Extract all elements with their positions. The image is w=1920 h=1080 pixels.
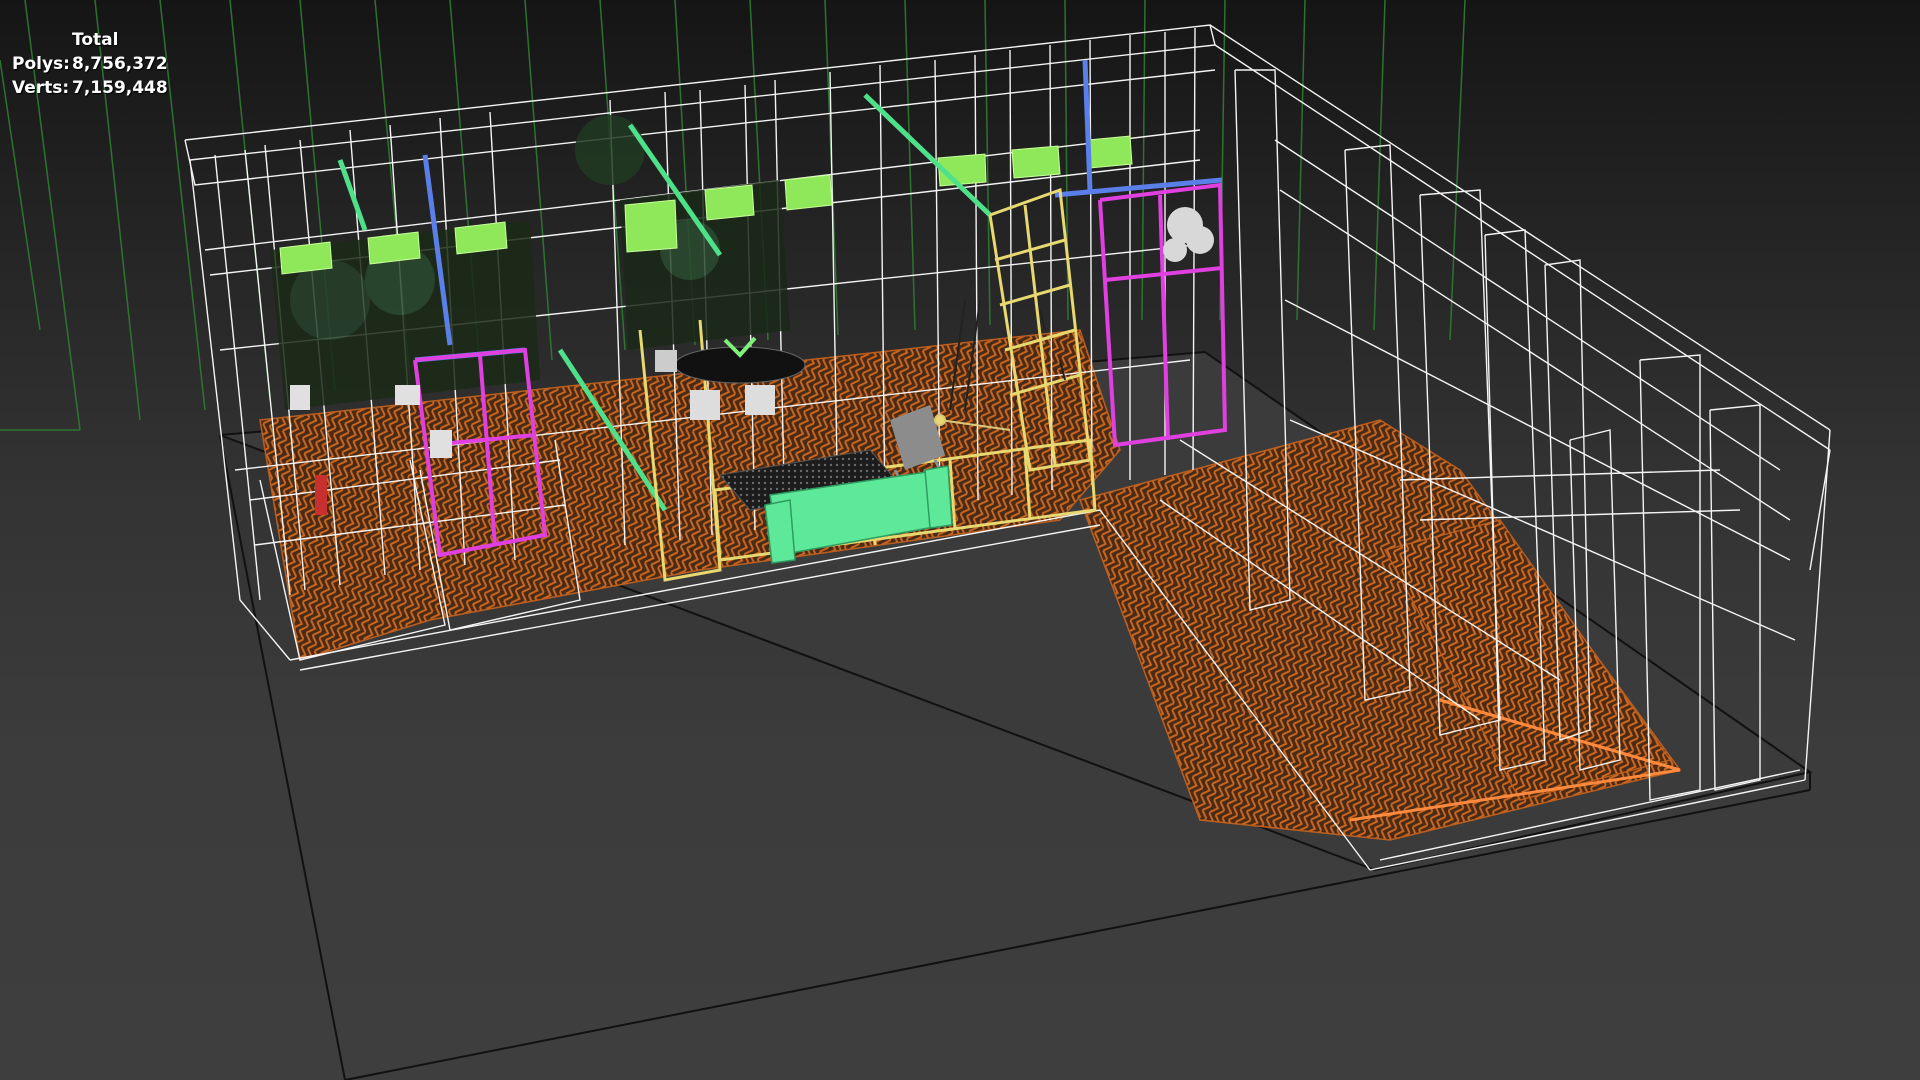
polycount-stats: Total Polys: 8,756,372 Verts: 7,159,448 [12, 28, 168, 100]
fire-extinguisher [315, 475, 327, 515]
stats-title: Total [72, 30, 119, 50]
verts-value: 7,159,448 [72, 78, 168, 98]
polys-label: Polys: [12, 54, 70, 74]
viewport[interactable]: Total Polys: 8,756,372 Verts: 7,159,448 [0, 0, 1920, 1080]
wireframe-scene[interactable] [0, 0, 1920, 1080]
verts-row: Verts: 7,159,448 [12, 76, 168, 100]
verts-label: Verts: [12, 78, 70, 98]
right-room-plant [1163, 207, 1214, 262]
polys-value: 8,756,372 [72, 54, 168, 74]
polys-row: Polys: 8,756,372 [12, 52, 168, 76]
